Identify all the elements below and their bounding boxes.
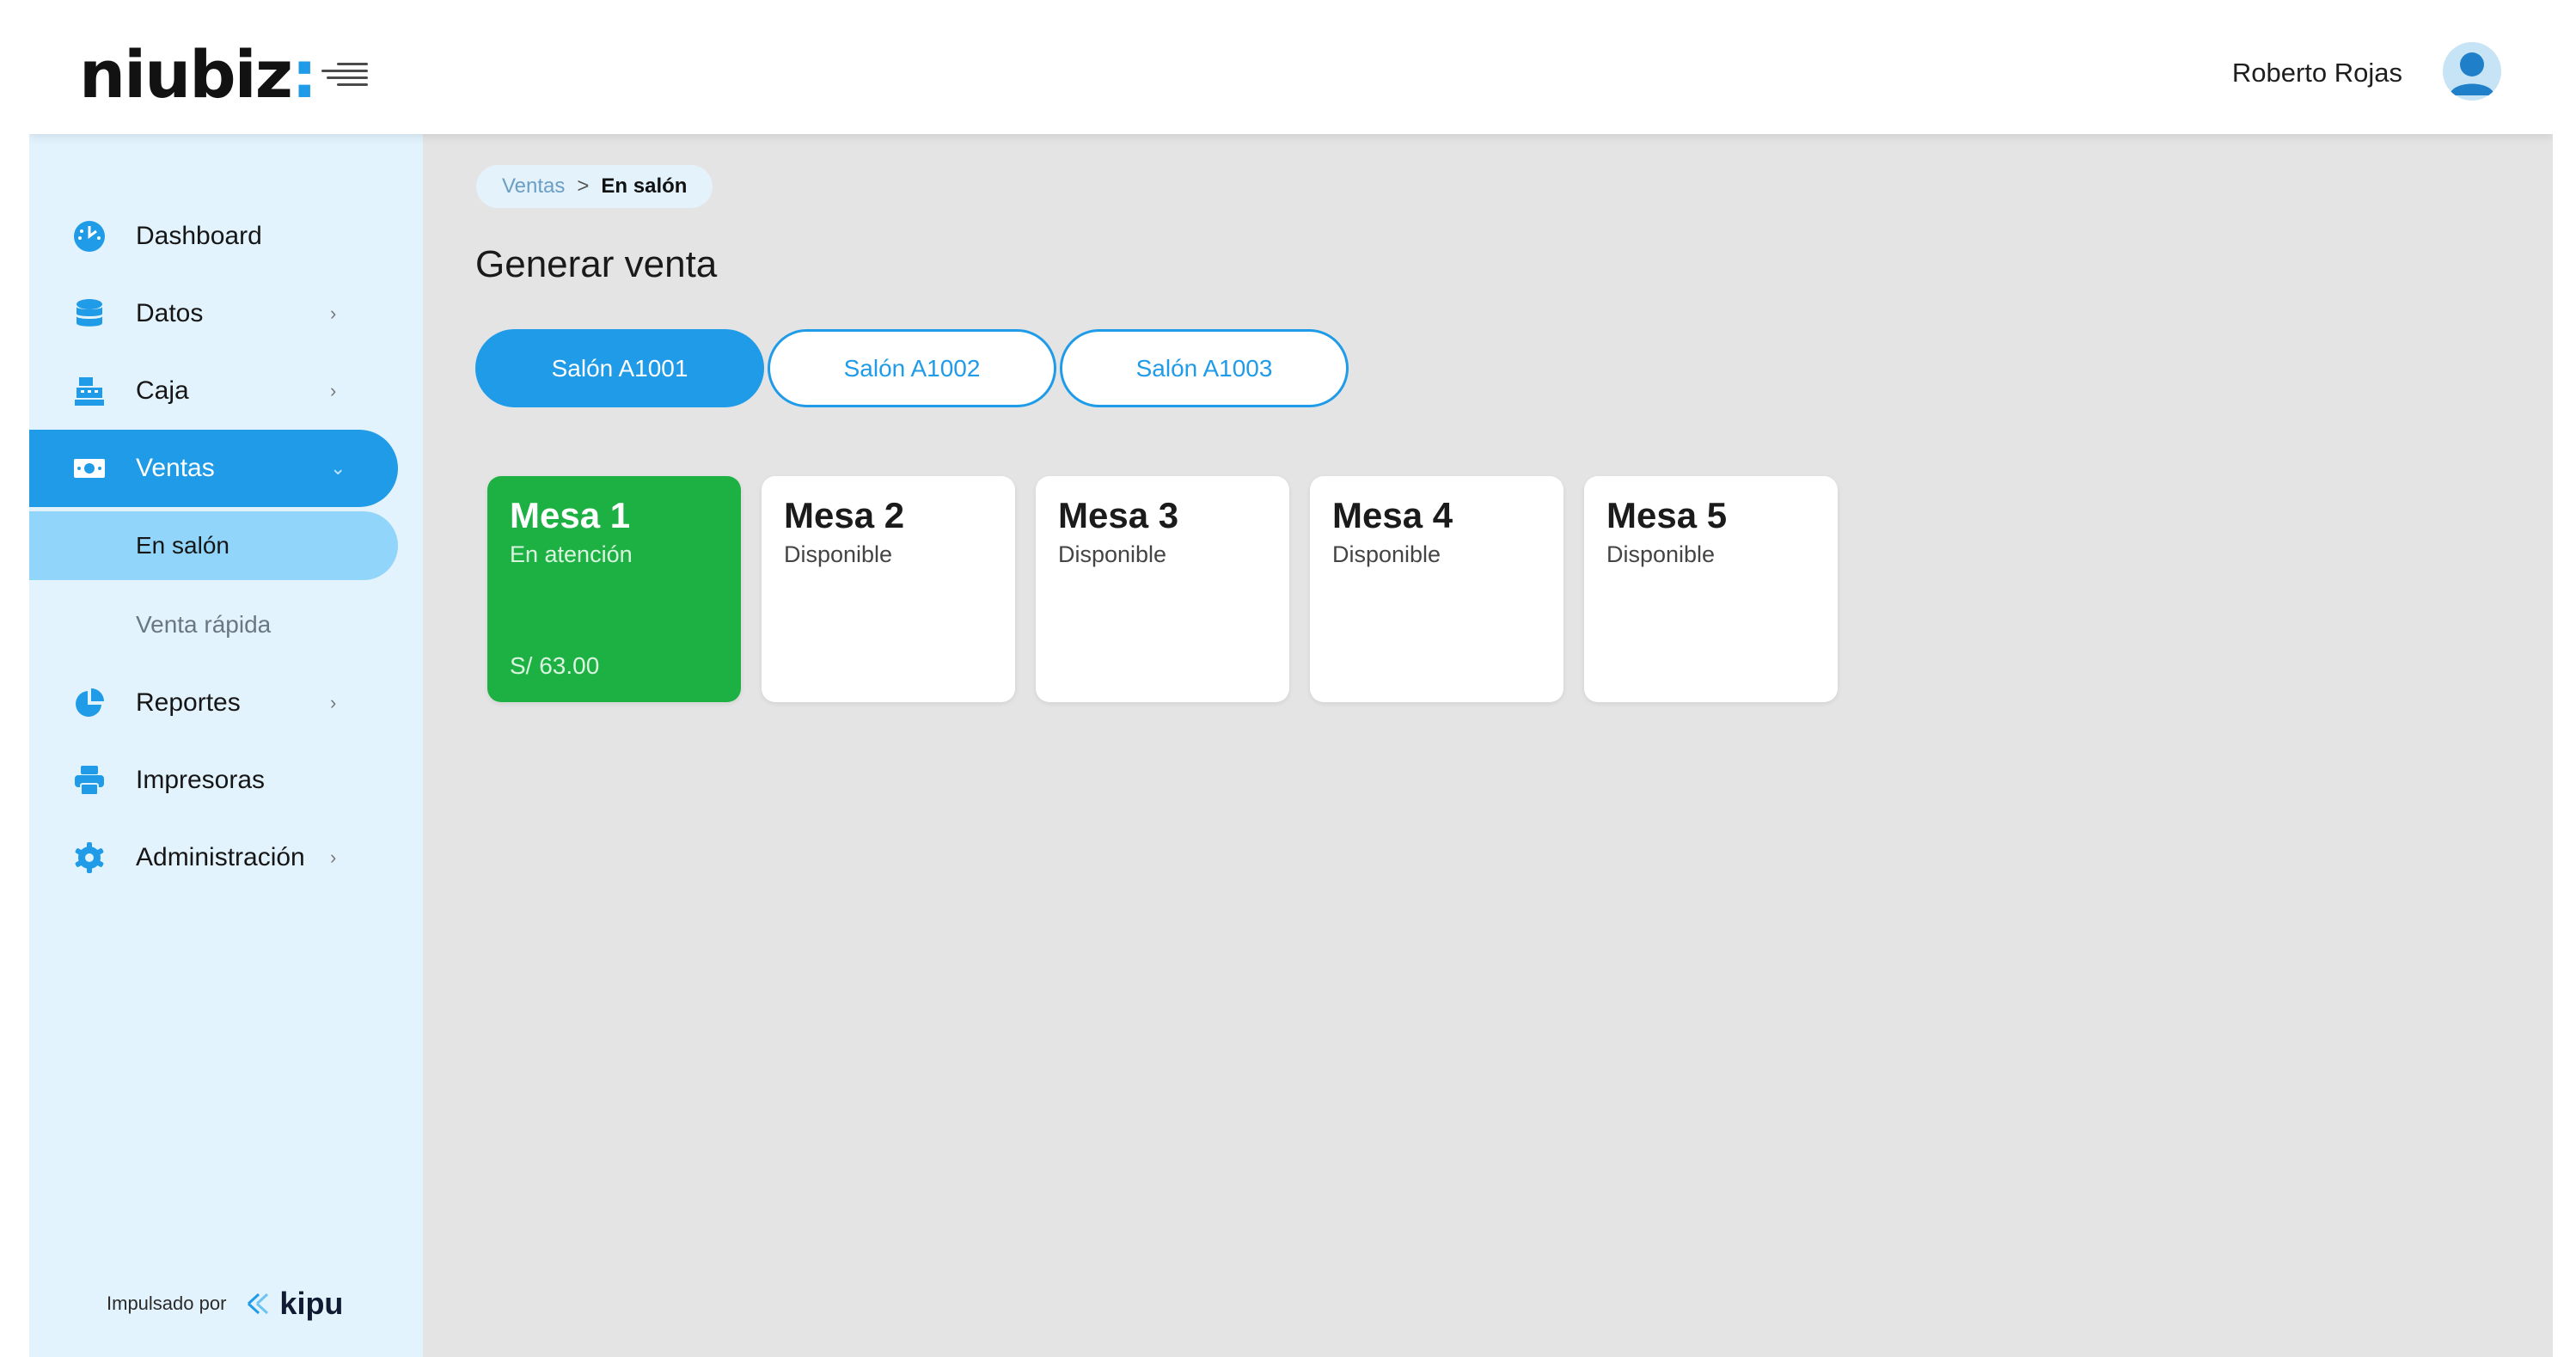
tab-salon-a1003[interactable]: Salón A1003: [1060, 329, 1349, 407]
gear-icon: [75, 842, 104, 873]
table-status: Disponible: [1332, 541, 1441, 567]
breadcrumb-link-ventas[interactable]: Ventas: [502, 174, 565, 199]
kipu-logo: kipu: [247, 1286, 343, 1322]
sidebar-label-datos: Datos: [136, 299, 204, 327]
sidebar-sublabel-en-salon: En salón: [136, 532, 229, 559]
sidebar-subitem-en-salon[interactable]: En salón: [29, 511, 398, 580]
table-name: Mesa 5: [1606, 495, 1728, 535]
table-name: Mesa 4: [1332, 495, 1453, 535]
printer-icon: [75, 766, 104, 796]
chevron-down-icon: ⌄: [330, 457, 346, 479]
powered-by-label: Impulsado por: [107, 1293, 227, 1314]
sidebar-sublabel-venta-rapida: Venta rápida: [136, 611, 272, 638]
kipu-mark-icon: [248, 1293, 269, 1315]
sidebar-item-ventas[interactable]: Ventas ⌄: [29, 430, 398, 507]
chevron-right-icon: ›: [330, 847, 337, 868]
table-card-mesa-4[interactable]: Mesa 4 Disponible: [1310, 476, 1563, 702]
menu-toggle-icon[interactable]: [321, 58, 373, 95]
breadcrumb-separator: >: [577, 174, 590, 198]
table-status: Disponible: [784, 541, 893, 567]
page-title: Generar venta: [475, 243, 718, 285]
chevron-right-icon: ›: [330, 380, 337, 401]
logo-colon: :: [291, 36, 317, 113]
sidebar-item-administracion[interactable]: Administración ›: [29, 819, 398, 896]
sidebar-label-reportes: Reportes: [136, 688, 241, 717]
logo-text: niubiz: [79, 36, 293, 113]
sidebar-label-dashboard: Dashboard: [136, 222, 262, 250]
sidebar-label-caja: Caja: [136, 376, 189, 405]
dashboard-gauge-icon: [74, 221, 105, 252]
chevron-right-icon: ›: [330, 692, 337, 713]
chevron-right-icon: ›: [330, 303, 337, 324]
breadcrumb-current: En salón: [601, 174, 688, 198]
table-card-mesa-5[interactable]: Mesa 5 Disponible: [1584, 476, 1838, 702]
sidebar-label-ventas: Ventas: [136, 454, 215, 482]
sidebar-item-dashboard[interactable]: Dashboard: [29, 198, 398, 275]
breadcrumb: Ventas > En salón: [476, 165, 713, 208]
table-status: Disponible: [1606, 541, 1716, 567]
powered-by: Impulsado por kipu: [107, 1286, 343, 1322]
sidebar-item-reportes[interactable]: Reportes ›: [29, 664, 398, 742]
sidebar: Dashboard Datos › Caja › Ventas ⌄ En sal…: [29, 134, 423, 1357]
table-name: Mesa 2: [784, 495, 905, 535]
table-name: Mesa 3: [1058, 495, 1179, 535]
kipu-brand-text: kipu: [279, 1286, 344, 1321]
sidebar-item-datos[interactable]: Datos ›: [29, 275, 398, 352]
cash-register-icon: [75, 377, 104, 406]
table-status: Disponible: [1058, 541, 1167, 567]
table-card-mesa-1[interactable]: Mesa 1 En atención S/ 63.00: [487, 476, 741, 702]
room-tabs: Salón A1001 Salón A1002 Salón A1003: [475, 329, 1352, 407]
table-card-mesa-3[interactable]: Mesa 3 Disponible: [1036, 476, 1289, 702]
database-icon: [76, 299, 102, 327]
sidebar-label-impresoras: Impresoras: [136, 766, 266, 794]
top-header: niubiz: Roberto Rojas: [29, 13, 2553, 134]
pie-chart-icon: [76, 688, 104, 717]
table-card-mesa-2[interactable]: Mesa 2 Disponible: [762, 476, 1015, 702]
user-name[interactable]: Roberto Rojas: [2232, 58, 2402, 89]
tab-salon-a1001[interactable]: Salón A1001: [475, 329, 764, 407]
niubiz-logo[interactable]: niubiz:: [79, 42, 317, 107]
user-avatar-icon[interactable]: [2443, 42, 2501, 101]
sidebar-item-impresoras[interactable]: Impresoras: [29, 742, 398, 819]
table-name: Mesa 1: [510, 495, 631, 535]
app-window: niubiz: Roberto Rojas Dashboard Datos › …: [29, 13, 2553, 1357]
sidebar-label-administracion: Administración: [136, 843, 305, 871]
sidebar-item-caja[interactable]: Caja ›: [29, 352, 398, 430]
table-status: En atención: [510, 541, 633, 567]
table-amount: S/ 63.00: [510, 652, 600, 679]
tab-salon-a1002[interactable]: Salón A1002: [768, 329, 1056, 407]
tables-grid: Mesa 1 En atención S/ 63.00 Mesa 2 Dispo…: [487, 476, 1858, 702]
sidebar-subitem-venta-rapida[interactable]: Venta rápida: [29, 590, 398, 659]
money-bill-icon: [74, 459, 105, 478]
